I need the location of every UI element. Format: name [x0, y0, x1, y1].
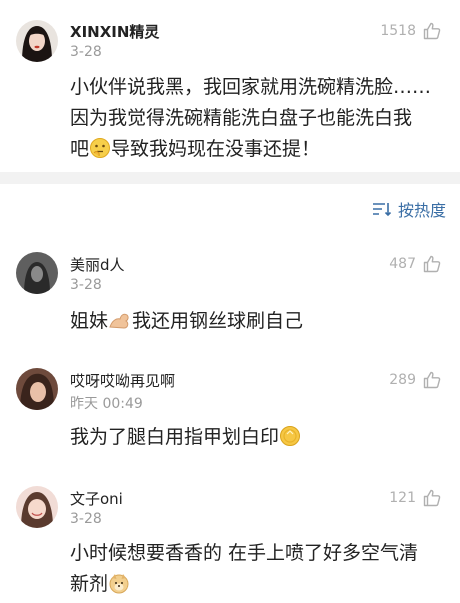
- avatar[interactable]: [16, 20, 58, 62]
- thumbs-up-outline-icon[interactable]: [422, 254, 442, 274]
- comment-text-line: 小时候想要香香的 在手上喷了好多空气清: [70, 542, 419, 564]
- section-divider: [0, 172, 460, 184]
- reply-item: 文子oni 3-28 121 小时候想要香香的 在手上喷了好多空气清 新剂: [0, 470, 460, 603]
- comment-text-fragment: 新剂: [70, 573, 109, 595]
- like-count: 121: [389, 490, 416, 506]
- comment-text-fragment: 姐妹: [70, 310, 109, 332]
- comment-text-fragment: 吧: [70, 138, 90, 160]
- thinking-face-emoji: [90, 138, 111, 158]
- comment-date: 昨天 00:49: [70, 396, 143, 412]
- avatar[interactable]: [16, 486, 58, 528]
- comment-text: 小时候想要香香的 在手上喷了好多空气清 新剂: [70, 538, 450, 600]
- like-count: 289: [389, 372, 416, 388]
- comment-text-line: 吧导致我妈现在没事还提！: [70, 134, 450, 165]
- comment-text-fragment: 我为了腿白用指甲划白印: [70, 426, 280, 448]
- comment-text: 小伙伴说我黑，我回家就用洗碗精洗脸…… 因为我觉得洗碗精能洗白盘子也能洗白我 吧…: [70, 72, 450, 165]
- thumbs-up-outline-icon[interactable]: [422, 488, 442, 508]
- comment-text-fragment: 我还用钢丝球刷自己: [132, 310, 304, 332]
- comment-text-line: 因为我觉得洗碗精能洗白盘子也能洗白我: [70, 107, 413, 129]
- username[interactable]: XINXIN精灵: [70, 21, 159, 42]
- comment-date: 3-28: [70, 277, 102, 293]
- avatar[interactable]: [16, 368, 58, 410]
- comment-date: 3-28: [70, 511, 102, 527]
- sort-bar: 按热度: [0, 184, 460, 234]
- comment-text-line: 新剂: [70, 569, 450, 600]
- like-count: 1518: [380, 23, 416, 39]
- comment-text-fragment: 导致我妈现在没事还提！: [111, 138, 321, 160]
- comment-date: 3-28: [70, 44, 102, 60]
- comment-text: 我为了腿白用指甲划白印: [70, 422, 450, 453]
- sort-label: 按热度: [397, 201, 446, 220]
- thumbs-up-outline-icon[interactable]: [422, 21, 442, 41]
- username[interactable]: 文子oni: [70, 488, 123, 509]
- username[interactable]: 哎呀哎呦再见啊: [70, 370, 175, 391]
- avatar[interactable]: [16, 252, 58, 294]
- sort-by-hot-button[interactable]: 按热度: [372, 198, 446, 220]
- username[interactable]: 美丽d人: [70, 254, 125, 275]
- reply-item: 美丽d人 3-28 487 姐妹 我还用钢丝球刷自己: [0, 234, 460, 352]
- reply-item: 哎呀哎呦再见啊 昨天 00:49 289 我为了腿白用指甲划白印: [0, 352, 460, 470]
- comment-text: 姐妹 我还用钢丝球刷自己: [70, 306, 450, 337]
- sort-lines-icon: [372, 203, 392, 217]
- like-count: 487: [389, 256, 416, 272]
- flexed-biceps-emoji: [109, 313, 129, 329]
- thumbs-up-outline-icon[interactable]: [422, 370, 442, 390]
- gold-coin-emoji: [280, 426, 301, 446]
- doge-emoji: [109, 574, 129, 594]
- main-comment: XINXIN精灵 3-28 1518 小伙伴说我黑，我回家就用洗碗精洗脸…… 因…: [0, 0, 460, 172]
- comment-text-line: 小伙伴说我黑，我回家就用洗碗精洗脸……: [70, 76, 432, 98]
